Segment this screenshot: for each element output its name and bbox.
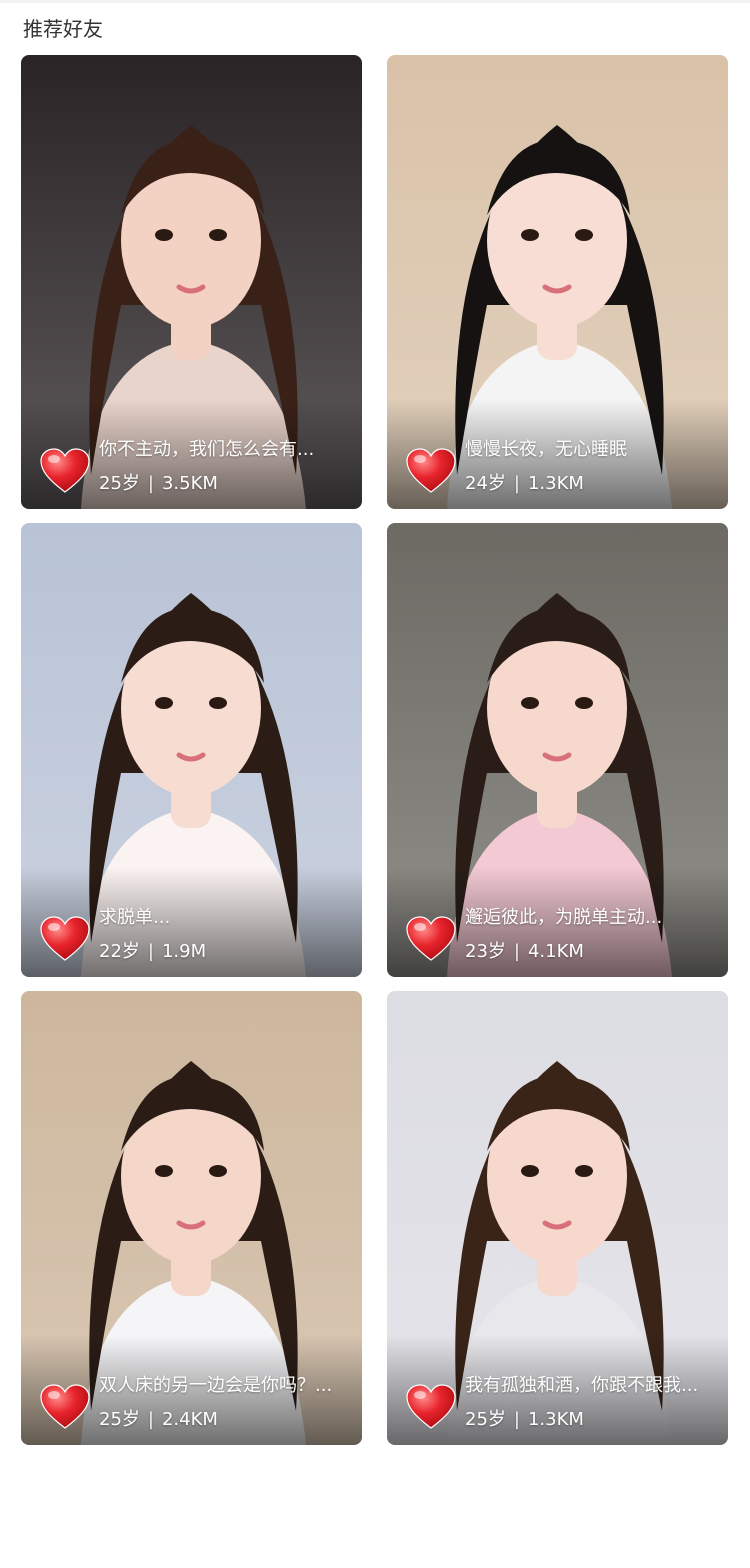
friend-card[interactable]: 邂逅彼此，为脱单主动... 23岁 | 4.1KM [387, 523, 728, 977]
friend-motto: 邂逅彼此，为脱单主动... [465, 907, 663, 928]
friend-distance: 1.3KM [527, 473, 584, 494]
friend-motto: 求脱单... [99, 907, 171, 928]
recommend-grid: 你不主动，我们怎么会有... 25岁 | 3.5KM 慢慢长夜，无心睡眠 24岁 | 1… [0, 0, 750, 1568]
friend-distance: 2.4KM [161, 1409, 218, 1430]
friend-age: 25岁 [465, 1409, 506, 1430]
friend-distance: 4.1KM [527, 941, 584, 962]
heart-icon[interactable] [405, 1383, 457, 1431]
friend-age: 25岁 [99, 473, 140, 494]
friend-age: 22岁 [99, 941, 140, 962]
friend-motto: 慢慢长夜，无心睡眠 [465, 439, 627, 460]
friend-motto: 你不主动，我们怎么会有... [99, 439, 315, 460]
friend-motto: 双人床的另一边会是你吗？... [99, 1375, 333, 1396]
friend-card[interactable]: 求脱单... 22岁 | 1.9M [21, 523, 362, 977]
friend-motto: 我有孤独和酒，你跟不跟我... [465, 1375, 699, 1396]
heart-icon[interactable] [405, 447, 457, 495]
heart-icon[interactable] [39, 447, 91, 495]
friend-distance: 1.3KM [527, 1409, 584, 1430]
heart-icon[interactable] [39, 1383, 91, 1431]
friend-age: 25岁 [99, 1409, 140, 1430]
friend-age: 23岁 [465, 941, 506, 962]
heart-icon[interactable] [405, 915, 457, 963]
friend-card[interactable]: 双人床的另一边会是你吗？... 25岁 | 2.4KM [21, 991, 362, 1445]
heart-icon[interactable] [39, 915, 91, 963]
friend-card[interactable]: 我有孤独和酒，你跟不跟我... 25岁 | 1.3KM [387, 991, 728, 1445]
friend-distance: 3.5KM [161, 473, 218, 494]
friend-card[interactable]: 你不主动，我们怎么会有... 25岁 | 3.5KM [21, 55, 362, 509]
friend-card[interactable]: 慢慢长夜，无心睡眠 24岁 | 1.3KM [387, 55, 728, 509]
friend-age: 24岁 [465, 473, 506, 494]
friend-distance: 1.9M [161, 941, 207, 962]
